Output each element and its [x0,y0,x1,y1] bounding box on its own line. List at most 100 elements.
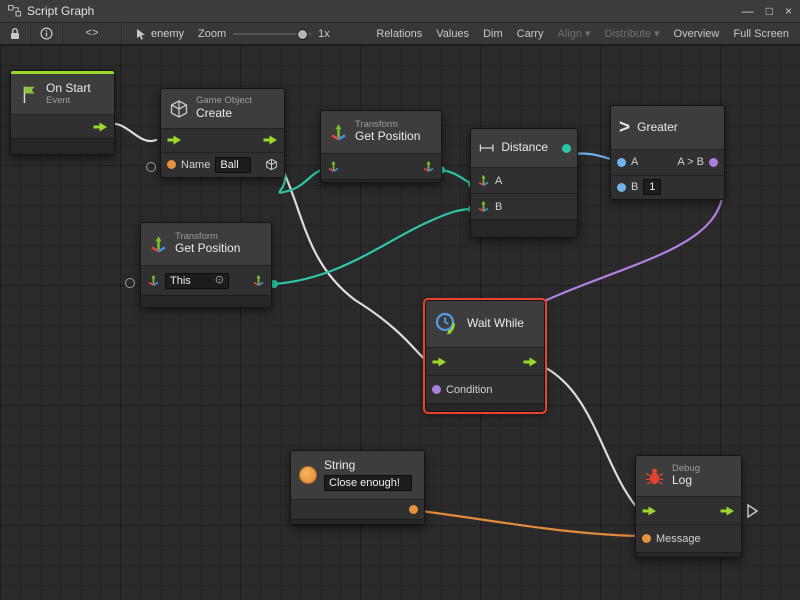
port-label: B [495,201,502,213]
node-debug-log[interactable]: Debug Log Message [635,455,742,558]
chevron-down-icon: ▾ [654,27,660,40]
node-subtitle: Event [46,96,91,106]
node-title: Greater [637,121,678,135]
zoom-control: Zoom 1x [198,28,330,40]
name-value-field[interactable] [215,157,251,173]
node-header: On Start Event [11,74,114,114]
node-header: String [291,451,424,499]
exec-output-port[interactable] [93,122,108,132]
exec-input-port[interactable] [642,506,657,516]
result-output-port[interactable] [709,158,718,167]
chevron-down-icon: ▾ [585,27,591,40]
vector-input-port[interactable] [477,174,490,187]
align-dropdown: Align▾ [551,23,598,44]
node-header: Wait While [426,301,544,347]
window-title: Script Graph [27,4,94,18]
info-icon[interactable] [31,23,63,44]
exec-input-port[interactable] [432,357,447,367]
string-output-port[interactable] [409,505,418,514]
wait-while-clock-icon [434,311,460,337]
port-label: Name [181,159,210,171]
condition-input-port[interactable] [432,385,441,394]
transform-input-port[interactable] [327,160,340,173]
game-object-output-port[interactable] [265,158,278,171]
full-screen-button[interactable]: Full Screen [726,23,796,44]
b-input-port[interactable] [617,183,626,192]
node-create-game-object[interactable]: Game Object Create Name [160,88,285,178]
node-footer [141,295,271,307]
values-button[interactable]: Values [429,23,476,44]
transform-axes-icon [149,235,168,254]
zoom-slider[interactable] [233,33,311,35]
exec-output-port[interactable] [523,357,538,367]
position-output-port[interactable] [252,274,265,287]
maximize-button[interactable]: □ [766,4,773,18]
script-graph-icon [8,5,21,17]
code-view-icon[interactable]: <> [63,23,122,44]
distance-output-port[interactable] [562,144,571,153]
node-title: Log [672,474,700,488]
wire-string-to-message[interactable] [413,510,643,536]
a-input-port[interactable] [617,158,626,167]
greater-icon: > [619,118,630,137]
node-title: Create [196,107,252,121]
position-output-port[interactable] [422,160,435,173]
distance-icon [479,141,494,155]
exec-input-port[interactable] [167,135,182,145]
port-label: Condition [446,384,492,396]
node-get-position-2[interactable]: Transform Get Position This ⊙ [140,222,272,308]
unity-script-graph-window: Script Graph — □ × <> enemy Zoom 1x Rela… [0,0,800,600]
exec-output-port[interactable] [720,506,735,516]
port-label: B [631,181,638,193]
graph-name: enemy [136,28,184,40]
node-footer [321,179,441,182]
title-bar: Script Graph — □ × [0,0,800,23]
node-wait-while[interactable]: Wait While Condition [425,300,545,412]
transform-input-port[interactable] [147,274,160,287]
node-get-position-1[interactable]: Transform Get Position [320,110,442,183]
zoom-slider-handle[interactable] [297,29,308,40]
name-input-port[interactable] [167,160,176,169]
wire-getposition1-to-distance-a[interactable] [441,170,472,184]
graph-canvas[interactable]: On Start Event Game Object Create [0,45,800,600]
graph-toolbar: <> enemy Zoom 1x Relations Values Dim Ca… [0,23,800,45]
node-header: > Greater [611,106,724,149]
distribute-dropdown: Distribute▾ [598,23,667,44]
wire-distance-to-greater[interactable] [574,153,614,160]
minimize-button[interactable]: — [742,4,754,18]
port-label: A [631,156,638,168]
carry-button[interactable]: Carry [510,23,551,44]
unconnected-port-indicator[interactable] [125,278,135,288]
cube-icon [169,99,189,119]
relations-button[interactable]: Relations [369,23,429,44]
node-greater[interactable]: > Greater A A > B B [610,105,725,200]
string-value-field[interactable] [324,475,412,491]
dim-button[interactable]: Dim [476,23,510,44]
transform-axes-icon [329,123,348,142]
wire-getposition2-to-distance-b[interactable] [274,209,472,284]
overview-button[interactable]: Overview [667,23,727,44]
lock-icon[interactable] [0,23,31,44]
unconnected-port-indicator[interactable] [146,162,156,172]
exec-output-port[interactable] [263,135,278,145]
node-footer [471,219,577,237]
node-on-start[interactable]: On Start Event [10,70,115,155]
node-header: Transform Get Position [141,223,271,265]
wire-waitwhile-to-log[interactable] [530,361,639,510]
close-button[interactable]: × [785,4,792,18]
node-footer [426,403,544,411]
node-footer [636,552,741,557]
node-title: On Start [46,82,91,96]
string-type-icon [299,466,317,484]
node-title: String [324,459,412,473]
b-value-field[interactable] [643,179,661,195]
unconnected-exec-arrow[interactable] [748,505,757,517]
node-string-literal[interactable]: String [290,450,425,525]
node-header: Transform Get Position [321,111,441,153]
message-input-port[interactable] [642,534,651,543]
zoom-value: 1x [318,28,330,40]
node-distance[interactable]: Distance A B [470,128,578,238]
target-field[interactable]: This ⊙ [165,273,229,289]
vector-input-port[interactable] [477,200,490,213]
object-picker-icon[interactable]: ⊙ [215,275,224,286]
